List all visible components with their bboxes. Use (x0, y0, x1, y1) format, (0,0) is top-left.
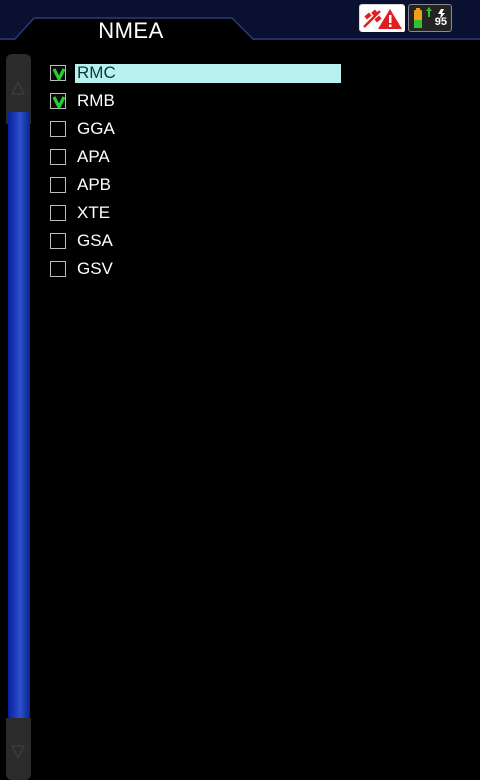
arrow-down-icon (10, 745, 26, 760)
arrow-up-icon (10, 80, 26, 95)
list-item-rmb[interactable]: RMB (50, 90, 350, 118)
header: NMEA 95 (0, 0, 480, 43)
checkmark-icon (52, 68, 66, 81)
list-item-gga[interactable]: GGA (50, 118, 350, 146)
list-item-label: RMB (77, 91, 115, 110)
list-item-apa[interactable]: APA (50, 146, 350, 174)
battery-status[interactable]: 95 (408, 4, 452, 32)
list-item-label: APB (77, 175, 112, 194)
checkbox-gga[interactable] (50, 121, 66, 137)
gps-alarm-warning-icon (361, 6, 405, 32)
list-item-rmc[interactable]: RMC (50, 62, 350, 90)
list-item-label: GSV (77, 259, 113, 278)
scroll-thumb[interactable] (8, 112, 30, 718)
list-item-xte[interactable]: XTE (50, 202, 350, 230)
list-item-gsv[interactable]: GSV (50, 258, 350, 286)
scroll-down-button[interactable] (6, 718, 31, 780)
list-item-gsa[interactable]: GSA (50, 230, 350, 258)
battery-percent: 95 (434, 16, 447, 28)
checkbox-gsv[interactable] (50, 261, 66, 277)
list-item-label: RMC (77, 63, 116, 82)
alarm-button[interactable] (359, 4, 405, 32)
page-title: NMEA (98, 18, 164, 43)
nmea-sentence-list: RMC RMB GGA APA APB XTE GSA GSV (50, 62, 350, 286)
checkbox-rmc[interactable] (50, 65, 66, 81)
list-item-apb[interactable]: APB (50, 174, 350, 202)
list-item-label: XTE (77, 203, 111, 222)
list-item-label: GGA (77, 119, 115, 138)
checkbox-gsa[interactable] (50, 233, 66, 249)
list-item-label: GSA (77, 231, 113, 250)
checkbox-apa[interactable] (50, 149, 66, 165)
list-item-label: APA (77, 147, 110, 166)
scrollbar[interactable] (0, 42, 31, 780)
checkbox-apb[interactable] (50, 177, 66, 193)
checkbox-xte[interactable] (50, 205, 66, 221)
checkmark-icon (52, 96, 66, 109)
checkbox-rmb[interactable] (50, 93, 66, 109)
